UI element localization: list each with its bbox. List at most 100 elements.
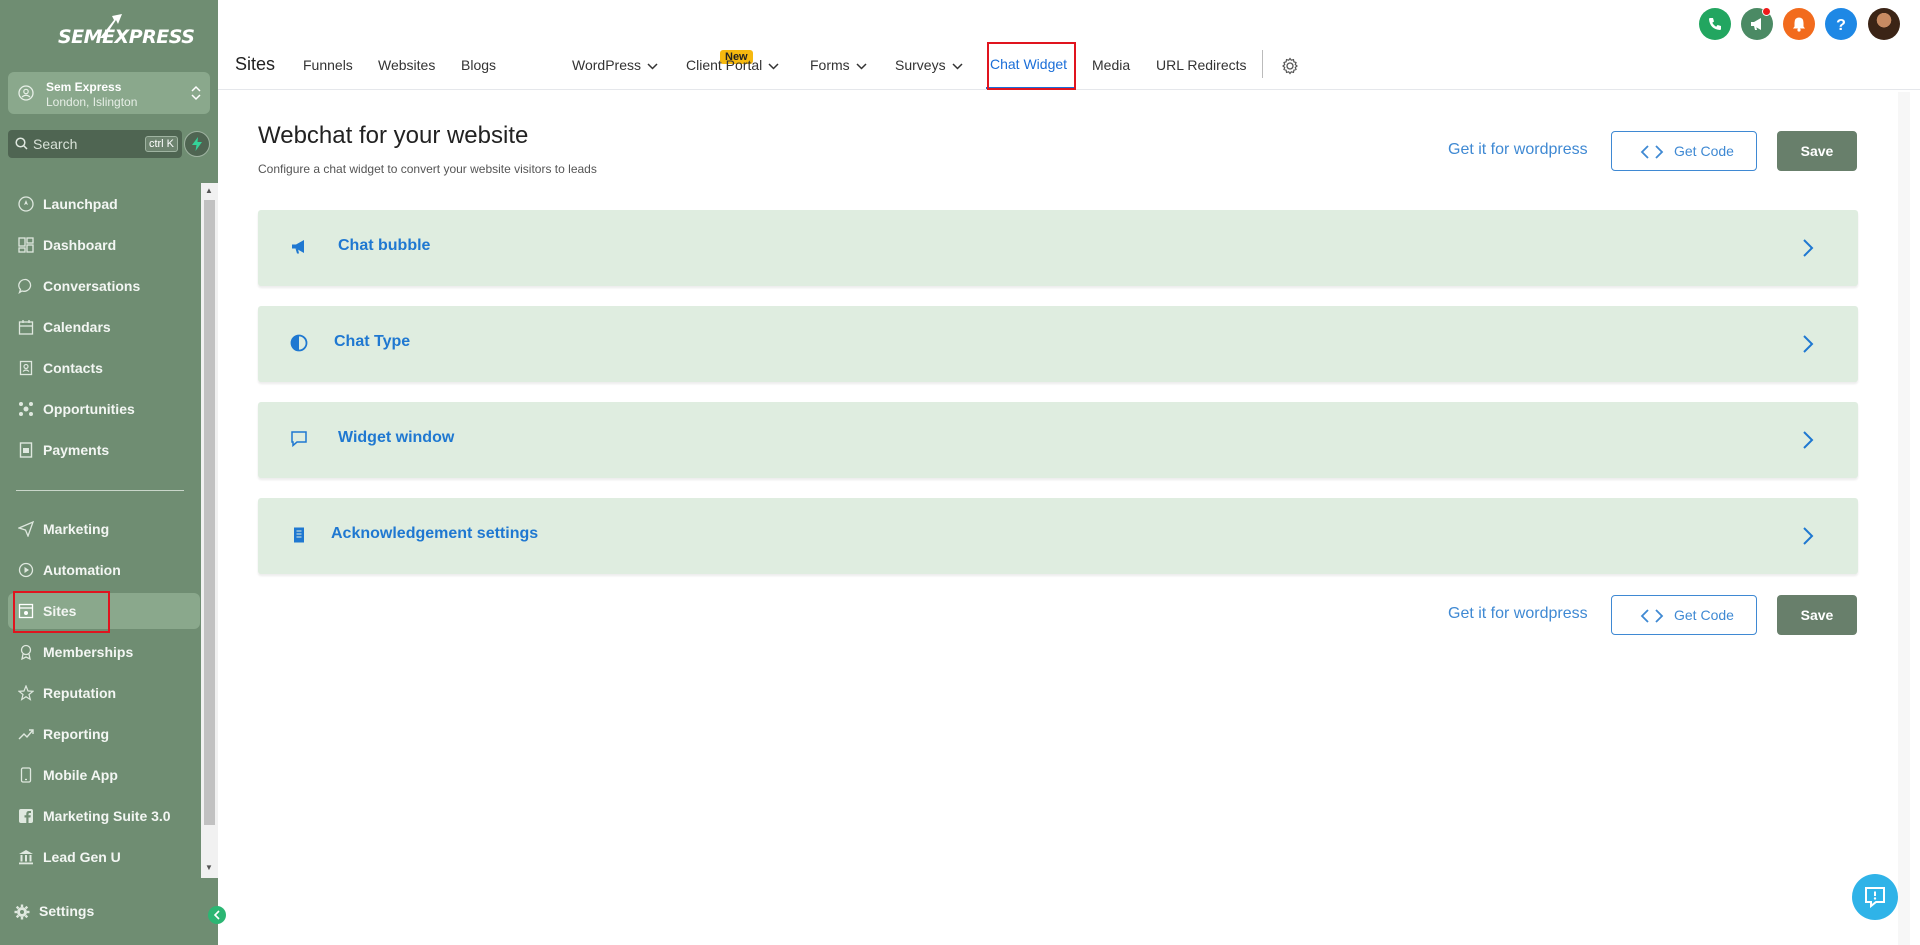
sidebar-item-label: Calendars	[43, 319, 111, 335]
sidebar-item-label: Reporting	[43, 726, 110, 742]
sidebar-item-automation[interactable]: Automation	[0, 552, 200, 588]
send-icon	[18, 521, 34, 537]
wordpress-link[interactable]: Get it for wordpress	[1448, 141, 1588, 159]
phone-button[interactable]	[1699, 8, 1731, 40]
panel-chat-bubble[interactable]: Chat bubble	[258, 210, 1858, 286]
account-location: London, Islington	[46, 95, 138, 109]
document-icon	[294, 527, 304, 543]
main-scrollbar[interactable]	[1898, 92, 1910, 945]
chevron-left-icon	[213, 910, 220, 920]
sidebar-item-launchpad[interactable]: Launchpad	[0, 186, 200, 222]
question-icon: ?	[1836, 17, 1846, 33]
rocket-icon	[18, 196, 34, 212]
star-icon	[18, 685, 34, 701]
half-circle-icon	[290, 334, 308, 352]
sidebar-divider	[16, 490, 184, 491]
sidebar-item-mobile-app[interactable]: Mobile App	[0, 757, 200, 793]
tab-label: WordPress	[572, 57, 641, 73]
sidebar-item-payments[interactable]: Payments	[0, 432, 200, 468]
panel-label: Chat Type	[334, 333, 411, 350]
get-code-button-bottom[interactable]: Get Code	[1611, 595, 1757, 635]
account-switcher[interactable]: Sem Express London, Islington	[8, 72, 210, 114]
sidebar-item-marketing-suite[interactable]: Marketing Suite 3.0	[0, 798, 200, 834]
panel-acknowledgement-settings[interactable]: Acknowledgement settings	[258, 498, 1858, 574]
grid-icon	[18, 237, 34, 253]
sidebar-item-label: Launchpad	[43, 196, 118, 212]
sidebar-item-dashboard[interactable]: Dashboard	[0, 227, 200, 263]
sidebar-item-label: Reputation	[43, 685, 117, 701]
sidebar-item-conversations[interactable]: Conversations	[0, 268, 200, 304]
page-title: Webchat for your website	[258, 122, 529, 149]
sidebar-item-label: Opportunities	[43, 401, 135, 417]
code-brackets-icon	[1640, 609, 1664, 623]
sidebar-item-memberships[interactable]: Memberships	[0, 634, 200, 670]
sidebar-item-label: Payments	[43, 442, 110, 458]
sidebar-item-contacts[interactable]: Contacts	[0, 350, 200, 386]
save-button[interactable]: Save	[1777, 131, 1857, 171]
sidebar-item-opportunities[interactable]: Opportunities	[0, 391, 200, 427]
sidebar: SEMEXPRESS Sem Express London, Islington…	[0, 0, 218, 945]
bell-icon	[1793, 17, 1805, 32]
tab-label: Forms	[810, 57, 850, 73]
sidebar-item-label: Dashboard	[43, 237, 117, 253]
announcements-button[interactable]	[1741, 7, 1773, 40]
tab-surveys[interactable]: Surveys	[895, 57, 963, 73]
support-chat-icon	[1865, 887, 1885, 909]
automation-icon	[18, 562, 34, 578]
sidebar-item-label: Memberships	[43, 644, 134, 660]
wordpress-link-bottom[interactable]: Get it for wordpress	[1448, 605, 1588, 623]
megaphone-icon	[292, 240, 304, 254]
quick-actions-button[interactable]	[184, 131, 210, 157]
bank-icon	[19, 850, 33, 865]
sidebar-item-reporting[interactable]: Reporting	[0, 716, 200, 752]
tab-client-portal[interactable]: Client Portal	[686, 57, 779, 73]
notifications-button[interactable]	[1783, 8, 1815, 40]
phone-icon	[1709, 18, 1721, 30]
help-button[interactable]: ?	[1825, 8, 1857, 40]
logo-text: SEMEXPRESS	[58, 26, 195, 48]
scroll-down-icon[interactable]: ▼	[205, 863, 213, 872]
tab-label: Surveys	[895, 57, 946, 73]
sidebar-scrollbar-thumb[interactable]	[204, 200, 215, 825]
settings-gear-icon	[14, 904, 30, 920]
tab-media[interactable]: Media	[1092, 57, 1130, 73]
sidebar-item-lead-gen-u[interactable]: Lead Gen U	[0, 839, 200, 875]
search-input[interactable]: Search ctrl K	[8, 130, 182, 158]
sidebar-item-label: Contacts	[43, 360, 103, 376]
panel-label: Chat bubble	[338, 237, 431, 254]
user-avatar[interactable]	[1868, 8, 1900, 40]
sidebar-item-marketing[interactable]: Marketing	[0, 511, 200, 547]
tab-forms[interactable]: Forms	[810, 57, 867, 73]
page-subtitle: Configure a chat widget to convert your …	[258, 162, 597, 176]
panel-widget-window[interactable]: Widget window	[258, 402, 1858, 478]
brand-logo[interactable]: SEMEXPRESS	[0, 12, 218, 60]
tab-wordpress[interactable]: WordPress	[572, 57, 658, 73]
receipt-icon	[19, 442, 33, 458]
gear-cluster-icon	[19, 402, 33, 416]
chevron-down-icon	[952, 63, 963, 70]
tab-blogs[interactable]: Blogs	[461, 57, 496, 73]
chat-icon	[18, 278, 32, 294]
collapse-sidebar-button[interactable]	[208, 906, 226, 924]
get-code-button[interactable]: Get Code	[1611, 131, 1757, 171]
site-settings-gear-icon[interactable]	[1281, 57, 1299, 75]
tab-websites[interactable]: Websites	[378, 57, 435, 73]
tab-url-redirects[interactable]: URL Redirects	[1156, 57, 1247, 73]
sidebar-item-label: Marketing	[43, 521, 110, 537]
scroll-up-icon[interactable]: ▲	[205, 186, 213, 195]
chevron-right-icon	[1803, 335, 1814, 353]
badge-icon	[20, 644, 32, 660]
notification-dot	[1762, 7, 1771, 16]
highlight-box-sites	[13, 591, 110, 633]
account-name: Sem Express	[46, 80, 122, 94]
tab-funnels[interactable]: Funnels	[303, 57, 353, 73]
chat-support-button[interactable]	[1852, 874, 1898, 920]
save-button-bottom[interactable]: Save	[1777, 595, 1857, 635]
location-pin-icon	[18, 85, 34, 101]
sidebar-item-reputation[interactable]: Reputation	[0, 675, 200, 711]
search-icon	[15, 137, 28, 150]
panel-chat-type[interactable]: Chat Type	[258, 306, 1858, 382]
sidebar-item-calendars[interactable]: Calendars	[0, 309, 200, 345]
calendar-icon	[18, 320, 34, 335]
chevron-right-icon	[1803, 239, 1814, 257]
